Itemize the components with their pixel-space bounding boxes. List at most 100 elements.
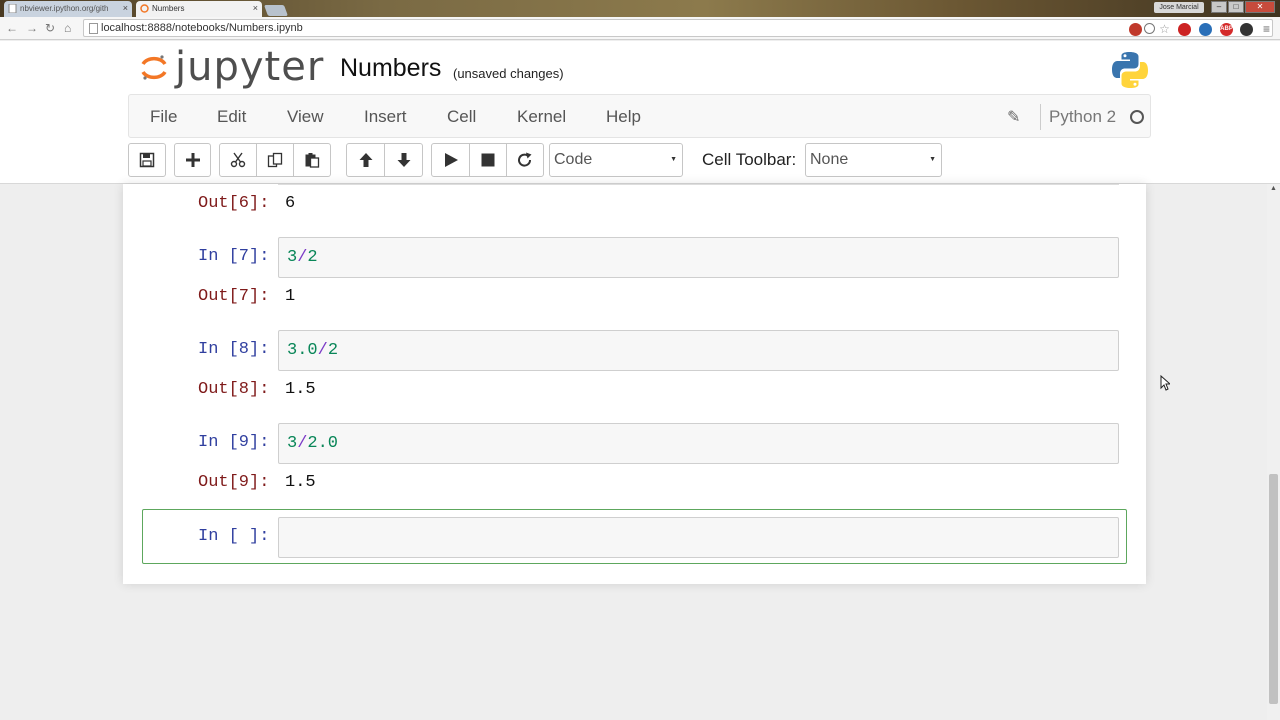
- address-bar: ← → ↻ ⌂ localhost:8888/notebooks/Numbers…: [0, 17, 1280, 40]
- cell-type-value: Code: [554, 151, 593, 168]
- code-number: 3: [287, 248, 298, 267]
- code-number: 2.0: [307, 434, 339, 453]
- restart-kernel-button[interactable]: [506, 143, 544, 177]
- in-prompt: In [ ]:: [198, 527, 270, 546]
- page-icon: [89, 23, 98, 34]
- menu-view[interactable]: View: [287, 107, 324, 127]
- code-cell-input[interactable]: 3/2: [278, 237, 1119, 278]
- arrow-down-icon: [397, 153, 410, 167]
- code-number: 3: [287, 434, 298, 453]
- clock-icon[interactable]: [1199, 23, 1212, 36]
- menu-icon[interactable]: ≡: [1260, 23, 1273, 36]
- save-button[interactable]: [128, 143, 166, 177]
- page-icon: [8, 4, 17, 13]
- new-tab-button[interactable]: [263, 5, 289, 16]
- profile-chip[interactable]: Jose Marcial: [1154, 2, 1204, 13]
- menu-file[interactable]: File: [150, 107, 177, 127]
- play-icon: [444, 153, 458, 167]
- menu-insert[interactable]: Insert: [364, 107, 407, 127]
- out-prompt: Out[9]:: [198, 473, 270, 492]
- tab-title: Numbers: [152, 4, 185, 13]
- code-text[interactable]: 3/2.0: [287, 434, 338, 454]
- arrow-up-icon: [359, 153, 372, 167]
- url-text[interactable]: localhost:8888/notebooks/Numbers.ipynb: [101, 21, 303, 36]
- cell-toolbar-value: None: [810, 151, 849, 168]
- star-icon[interactable]: ☆: [1158, 23, 1171, 36]
- home-icon[interactable]: ⌂: [64, 20, 71, 36]
- caret-down-icon: ▼: [929, 156, 936, 163]
- back-arrow-icon[interactable]: ←: [6, 20, 18, 36]
- cut-button[interactable]: [219, 143, 257, 177]
- kernel-name: Python 2: [1049, 107, 1117, 126]
- scrollbar-thumb[interactable]: [1269, 474, 1278, 704]
- url-field[interactable]: localhost:8888/notebooks/Numbers.ipynb ☆…: [83, 19, 1273, 37]
- notebook-name[interactable]: Numbers: [340, 54, 441, 83]
- code-text[interactable]: 3/2: [287, 248, 318, 268]
- logo-text: jupyter: [175, 44, 325, 90]
- menu-edit[interactable]: Edit: [217, 107, 246, 127]
- notebook-toolbar: Code ▼ Cell Toolbar: None ▼: [128, 143, 1151, 179]
- menu-kernel[interactable]: Kernel: [517, 107, 566, 127]
- copy-button[interactable]: [256, 143, 294, 177]
- code-cell-input[interactable]: [278, 517, 1119, 558]
- save-status: (unsaved changes): [453, 66, 564, 81]
- menu-help[interactable]: Help: [606, 107, 641, 127]
- jupyter-favicon-icon: [140, 4, 149, 13]
- zoom-icon[interactable]: [1144, 23, 1155, 34]
- out-prompt: Out[6]:: [198, 194, 270, 213]
- code-operator: /: [297, 434, 308, 453]
- minimize-button[interactable]: –: [1211, 1, 1227, 13]
- scissors-icon: [230, 152, 246, 168]
- paste-button[interactable]: [293, 143, 331, 177]
- cell-output: 1: [285, 287, 296, 306]
- scrollbar[interactable]: ▲: [1267, 184, 1280, 720]
- out-prompt: Out[8]:: [198, 380, 270, 399]
- plus-icon: [185, 153, 200, 167]
- python-logo-icon: [1112, 52, 1148, 88]
- interrupt-kernel-button[interactable]: [469, 143, 507, 177]
- forward-arrow-icon[interactable]: →: [26, 20, 38, 36]
- close-icon[interactable]: ×: [123, 1, 128, 16]
- caret-down-icon: ▼: [670, 156, 677, 163]
- window-close-button[interactable]: ✕: [1245, 1, 1275, 13]
- lastpass-icon[interactable]: [1129, 23, 1142, 36]
- insert-cell-button[interactable]: [174, 143, 211, 177]
- move-cell-up-button[interactable]: [346, 143, 385, 177]
- code-cell-input[interactable]: 3/2.0: [278, 423, 1119, 464]
- code-number: 3.0: [287, 341, 318, 360]
- code-cell-input[interactable]: 3.0/2: [278, 330, 1119, 371]
- browser-tab-nbviewer[interactable]: nbviewer.ipython.org/gith ×: [4, 1, 132, 17]
- mouse-cursor-icon: [1160, 375, 1170, 391]
- code-operator: /: [297, 248, 308, 267]
- maximize-button[interactable]: □: [1228, 1, 1244, 13]
- menu-cell[interactable]: Cell: [447, 107, 476, 127]
- code-number: 2: [327, 341, 339, 360]
- run-cell-button[interactable]: [431, 143, 470, 177]
- jupyter-header: jupyter Numbers (unsaved changes) File E…: [0, 41, 1280, 184]
- theme-icon[interactable]: [1240, 23, 1253, 36]
- paste-icon: [305, 153, 320, 168]
- in-prompt: In [9]:: [198, 433, 270, 452]
- divider: [1040, 104, 1041, 130]
- edit-mode-pencil-icon: ✎: [1007, 109, 1021, 126]
- cell-toolbar-select[interactable]: None ▼: [805, 143, 942, 177]
- move-cell-down-button[interactable]: [384, 143, 423, 177]
- browser-tab-numbers[interactable]: Numbers ×: [136, 1, 262, 17]
- cell-border: [278, 184, 1119, 185]
- kernel-idle-indicator-icon: [1130, 110, 1144, 124]
- copy-icon: [267, 152, 283, 168]
- cell-type-select[interactable]: Code ▼: [549, 143, 683, 177]
- stop-icon: [481, 153, 495, 167]
- menu-bar: File Edit View Insert Cell Kernel Help ✎…: [128, 94, 1151, 138]
- cell-output: 6: [285, 194, 296, 213]
- jupyter-logo-icon: [141, 55, 167, 80]
- in-prompt: In [8]:: [198, 340, 270, 359]
- opera-icon[interactable]: [1178, 23, 1191, 36]
- reload-icon[interactable]: ↻: [45, 20, 55, 36]
- refresh-icon: [518, 152, 532, 167]
- code-text[interactable]: 3.0/2: [287, 341, 338, 361]
- tab-title: nbviewer.ipython.org/gith: [20, 4, 109, 13]
- adblock-icon[interactable]: ABP: [1220, 23, 1233, 36]
- scroll-up-arrow-icon[interactable]: ▲: [1270, 185, 1277, 192]
- close-icon[interactable]: ×: [253, 1, 258, 16]
